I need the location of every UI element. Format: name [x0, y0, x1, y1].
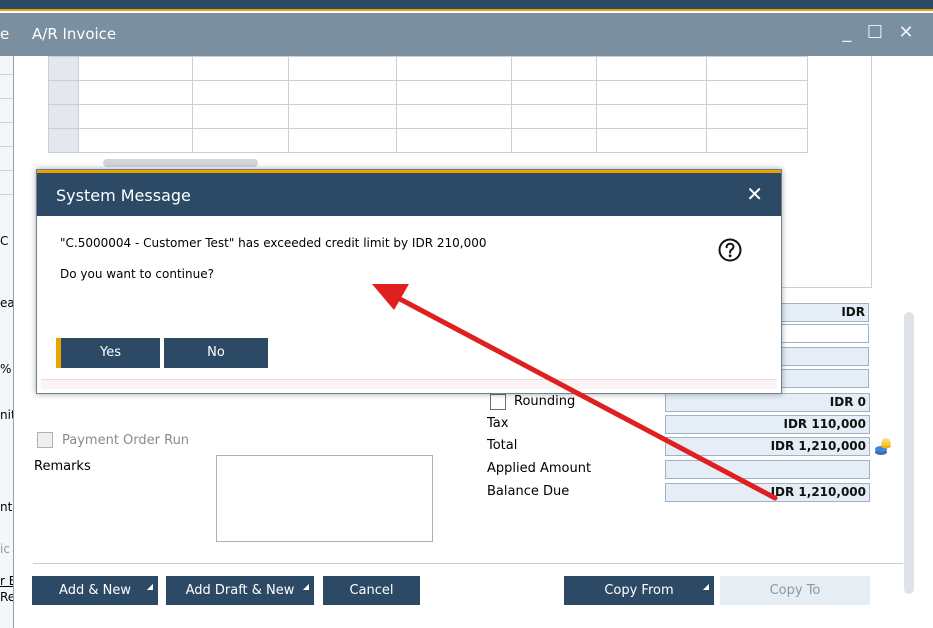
- left-fragment-4: nit: [0, 408, 13, 422]
- payment-order-run-checkbox: [37, 432, 53, 448]
- grid-horizontal-scrollbar[interactable]: [103, 159, 258, 167]
- add-draft-new-button-label: Add Draft & New: [185, 583, 295, 598]
- question-circle-icon: [718, 238, 742, 262]
- cancel-button[interactable]: Cancel: [323, 576, 420, 605]
- chevron-down-icon[interactable]: ◢: [303, 572, 309, 601]
- remarks-label: Remarks: [34, 459, 91, 474]
- copy-to-button: Copy To: [720, 576, 870, 605]
- dialog-bottom-strip: [41, 379, 777, 389]
- chevron-down-icon[interactable]: ◢: [703, 572, 709, 601]
- add-new-button[interactable]: Add & New ◢: [32, 576, 158, 605]
- remarks-textarea[interactable]: [216, 455, 433, 542]
- grid-frame: [780, 56, 872, 288]
- left-fragment-1: C: [0, 234, 9, 248]
- window-titlebar: e A/R Invoice _ ☐ ✕: [0, 13, 933, 56]
- dialog-close-icon[interactable]: ✕: [746, 182, 763, 206]
- left-fragment-7: r E: [0, 574, 13, 588]
- left-fragment-6: ic: [0, 542, 10, 556]
- total-before-discount-field: IDR 1,100,000: [775, 303, 869, 336]
- table-row[interactable]: [47, 104, 809, 129]
- add-new-button-label: Add & New: [59, 583, 131, 598]
- discount-percent-field[interactable]: [775, 324, 869, 343]
- table-row[interactable]: [47, 128, 809, 153]
- vertical-scrollbar[interactable]: [904, 312, 914, 594]
- tax-label: Tax: [487, 416, 509, 431]
- table-row[interactable]: [47, 80, 809, 105]
- left-fragment-2: ea: [0, 296, 14, 310]
- rounding-field: IDR 0: [665, 393, 870, 412]
- item-grid[interactable]: [47, 56, 809, 153]
- copy-from-button-label: Copy From: [604, 583, 674, 598]
- coins-icon[interactable]: [873, 437, 893, 457]
- footer-separator: [33, 563, 903, 564]
- minimize-icon[interactable]: _: [836, 22, 858, 43]
- add-draft-new-button[interactable]: Add Draft & New ◢: [166, 576, 314, 605]
- cancel-button-label: Cancel: [349, 583, 394, 598]
- left-fragment-8: Re: [0, 590, 14, 604]
- copy-to-button-label: Copy To: [769, 583, 821, 598]
- total-field: IDR 1,210,000: [665, 437, 870, 456]
- app-top-strip: [0, 0, 933, 11]
- rounding-checkbox[interactable]: [490, 394, 506, 410]
- system-message-dialog: System Message ✕ "C.5000004 - Customer T…: [36, 169, 782, 394]
- tax-field: IDR 110,000: [665, 415, 870, 434]
- dialog-message-line2: Do you want to continue?: [60, 267, 214, 281]
- prev-window-title-fragment[interactable]: e: [0, 25, 9, 43]
- close-icon[interactable]: ✕: [895, 22, 917, 43]
- chevron-down-icon[interactable]: ◢: [147, 572, 153, 601]
- dialog-title: System Message: [56, 186, 191, 205]
- left-panel: C ea % nit nt ic r E Re: [0, 56, 14, 628]
- left-fragment-3: %: [0, 362, 12, 376]
- dialog-message-line1: "C.5000004 - Customer Test" has exceeded…: [60, 236, 487, 250]
- applied-amount-field: [665, 460, 870, 479]
- left-fragment-5: nt: [0, 500, 13, 514]
- yes-button[interactable]: Yes: [56, 338, 160, 368]
- discount-amount-field[interactable]: [775, 347, 869, 366]
- maximize-icon[interactable]: ☐: [864, 22, 886, 43]
- balance-due-field: IDR 1,210,000: [665, 483, 870, 502]
- payment-order-run-label: Payment Order Run: [62, 433, 190, 448]
- window-title: A/R Invoice: [32, 25, 117, 43]
- rounding-label: Rounding: [514, 394, 576, 409]
- table-row[interactable]: [47, 56, 809, 81]
- applied-amount-label: Applied Amount: [487, 461, 592, 476]
- total-label: Total: [487, 438, 518, 453]
- dialog-header: System Message ✕: [37, 170, 781, 216]
- copy-from-button[interactable]: Copy From ◢: [564, 576, 714, 605]
- no-button[interactable]: No: [164, 338, 268, 368]
- balance-due-label: Balance Due: [487, 484, 570, 499]
- freight-field[interactable]: [775, 369, 869, 388]
